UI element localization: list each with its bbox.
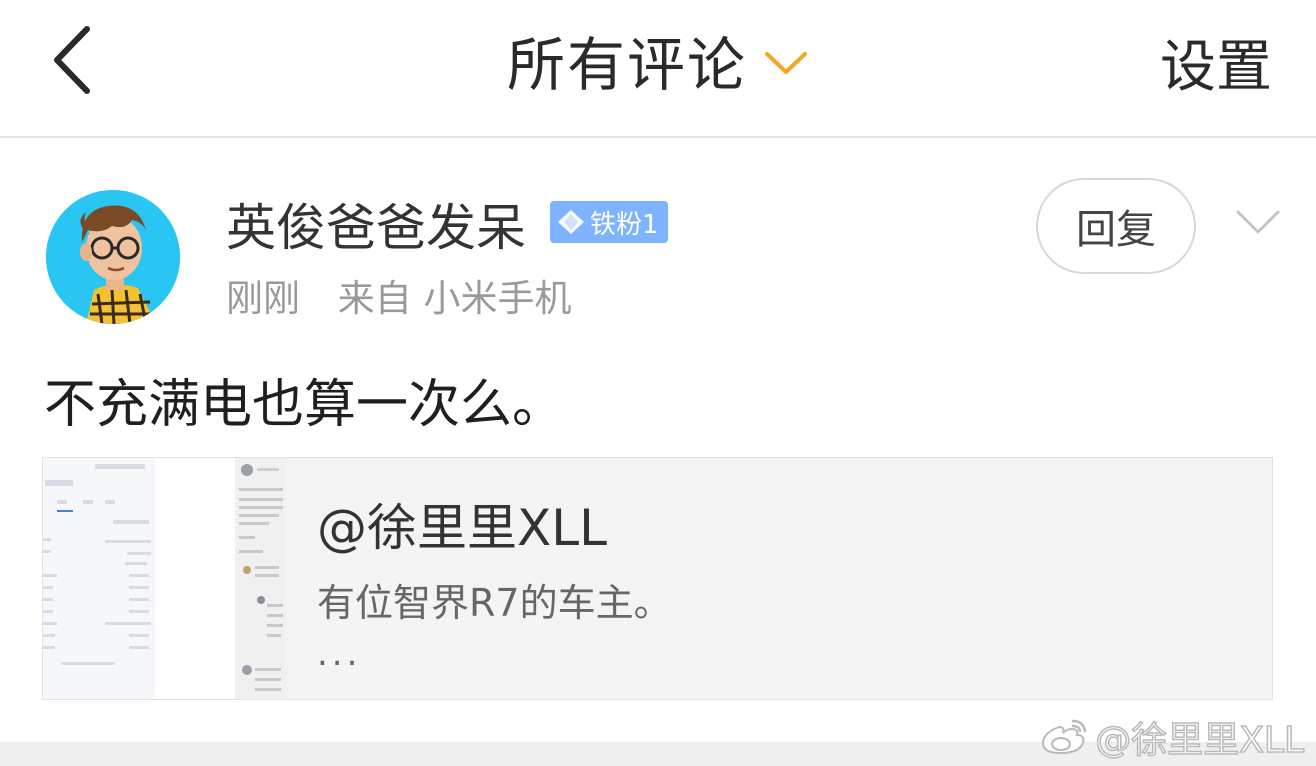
quoted-post-text: 有位智界R7的车主。 [317, 581, 672, 625]
reply-button[interactable]: 回复 [1036, 178, 1196, 274]
page-title: 所有评论 [506, 31, 747, 99]
comment-time: 刚刚 [226, 277, 300, 320]
comment-text: 不充满电也算一次么。 [44, 375, 565, 435]
more-options-button[interactable] [1232, 202, 1284, 242]
diamond-icon [556, 208, 586, 236]
watermark: @徐里里XLL [1039, 712, 1305, 762]
weibo-logo-icon [1039, 717, 1089, 757]
quoted-post-ellipsis: ... [317, 634, 362, 674]
comment-source: 来自 小米手机 [337, 277, 572, 320]
quoted-post-author: @徐里里XLL [317, 499, 607, 557]
watermark-text: @徐里里XLL [1094, 719, 1304, 762]
quoted-post-card[interactable]: @徐里里XLL 有位智界R7的车主。 ... [42, 457, 1273, 700]
chevron-down-icon [1236, 210, 1280, 234]
comment-meta: 刚刚 来自 小米手机 [226, 268, 598, 322]
fan-badge-label: 铁粉1 [590, 209, 659, 240]
avatar[interactable] [46, 190, 180, 324]
top-nav-bar: 所有评论 设置 [0, 0, 1316, 138]
chevron-down-icon [763, 48, 809, 78]
settings-button[interactable]: 设置 [1160, 24, 1272, 100]
fan-badge[interactable]: 铁粉1 [550, 201, 668, 243]
title-dropdown[interactable]: 所有评论 [0, 0, 1316, 120]
comment-username[interactable]: 英俊爸爸发呆 [226, 188, 526, 260]
quoted-post-thumbnail [43, 458, 287, 699]
